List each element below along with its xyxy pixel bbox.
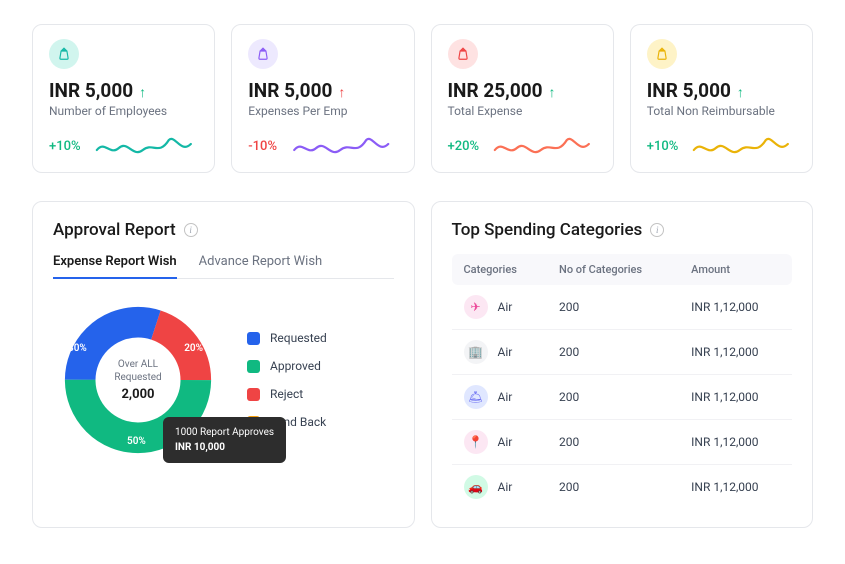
slice-pct-requested: 30% <box>68 343 87 354</box>
stat-label: Number of Employees <box>49 104 198 118</box>
category-name: Air <box>498 345 513 359</box>
building-icon: 🏢 <box>464 340 488 364</box>
categories-table: Categories No of Categories Amount ✈ Air … <box>452 254 793 509</box>
category-count: 200 <box>547 285 679 330</box>
info-icon[interactable]: i <box>184 223 198 237</box>
category-amount: INR 1,12,000 <box>679 330 792 375</box>
trend-arrow-icon: ↑ <box>549 86 556 100</box>
stat-cards-row: INR 5,000 ↑ Number of Employees +10% INR… <box>32 24 813 173</box>
category-amount: INR 1,12,000 <box>679 420 792 465</box>
stat-value: INR 5,000 <box>647 79 731 102</box>
table-row[interactable]: 🛎 Air 200 INR 1,12,000 <box>452 375 793 420</box>
stat-card[interactable]: INR 5,000 ↑ Total Non Reimbursable +10% <box>630 24 813 173</box>
stat-card[interactable]: INR 5,000 ↑ Expenses Per Emp -10% <box>231 24 414 173</box>
col-count: No of Categories <box>547 254 679 285</box>
trend-arrow-icon: ↑ <box>737 86 744 100</box>
table-row[interactable]: 🚗 Air 200 INR 1,12,000 <box>452 465 793 509</box>
chart-tooltip: 1000 Report Approves INR 10,000 <box>163 417 286 463</box>
pin-icon: 📍 <box>464 430 488 454</box>
panel-title: Top Spending Categories <box>452 220 643 240</box>
col-categories: Categories <box>452 254 548 285</box>
category-amount: INR 1,12,000 <box>679 465 792 509</box>
stat-pct: +20% <box>448 139 480 154</box>
stat-pct: +10% <box>49 139 81 154</box>
category-count: 200 <box>547 465 679 509</box>
stat-label: Total Expense <box>448 104 597 118</box>
sparkline <box>287 132 397 160</box>
tabs: Expense Report Wish Advance Report Wish <box>53 254 394 279</box>
info-icon[interactable]: i <box>650 223 664 237</box>
col-amount: Amount <box>679 254 792 285</box>
category-name: Air <box>498 390 513 404</box>
moneybag-icon <box>49 39 79 69</box>
category-name: Air <box>498 435 513 449</box>
table-row[interactable]: ✈ Air 200 INR 1,12,000 <box>452 285 793 330</box>
sparkline <box>489 132 597 160</box>
stat-card[interactable]: INR 25,000 ↑ Total Expense +20% <box>431 24 614 173</box>
tab-advance-report-wish[interactable]: Advance Report Wish <box>199 254 323 279</box>
stat-value: INR 25,000 <box>448 79 543 102</box>
donut-center-value: 2,000 <box>96 387 181 402</box>
bell-icon: 🛎 <box>464 385 488 409</box>
legend-chip <box>247 332 260 345</box>
stat-value: INR 5,000 <box>49 79 133 102</box>
stat-value: INR 5,000 <box>248 79 332 102</box>
stat-card[interactable]: INR 5,000 ↑ Number of Employees +10% <box>32 24 215 173</box>
category-name: Air <box>498 300 513 314</box>
plane-icon: ✈ <box>464 295 488 319</box>
category-count: 200 <box>547 330 679 375</box>
legend-chip <box>247 388 260 401</box>
top-spending-panel: Top Spending Categories i Categories No … <box>431 201 814 528</box>
moneybag-icon <box>248 39 278 69</box>
slice-pct-approved: 50% <box>127 436 146 447</box>
panel-title: Approval Report <box>53 220 176 240</box>
table-row[interactable]: 🏢 Air 200 INR 1,12,000 <box>452 330 793 375</box>
sparkline <box>91 132 199 160</box>
approval-report-panel: Approval Report i Expense Report Wish Adv… <box>32 201 415 528</box>
trend-arrow-icon: ↑ <box>338 86 345 100</box>
legend-item: Requested <box>247 331 327 345</box>
slice-pct-reject: 20% <box>184 343 203 354</box>
panels-row: Approval Report i Expense Report Wish Adv… <box>32 201 813 528</box>
category-amount: INR 1,12,000 <box>679 375 792 420</box>
stat-pct: -10% <box>248 139 277 154</box>
stat-label: Expenses Per Emp <box>248 104 397 118</box>
category-name: Air <box>498 480 513 494</box>
donut-center-label: Over ALL Requested <box>96 358 181 384</box>
stat-pct: +10% <box>647 139 679 154</box>
moneybag-icon <box>647 39 677 69</box>
table-row[interactable]: 📍 Air 200 INR 1,12,000 <box>452 420 793 465</box>
legend-item: Approved <box>247 359 327 373</box>
legend: RequestedApprovedRejectSend Back <box>247 331 327 429</box>
car-icon: 🚗 <box>464 475 488 499</box>
sparkline <box>688 132 796 160</box>
category-count: 200 <box>547 420 679 465</box>
legend-chip <box>247 360 260 373</box>
stat-label: Total Non Reimbursable <box>647 104 796 118</box>
chart-area: Over ALL Requested 2,000 30% 20% 50% Req… <box>53 295 394 465</box>
legend-item: Reject <box>247 387 327 401</box>
category-count: 200 <box>547 375 679 420</box>
trend-arrow-icon: ↑ <box>139 86 146 100</box>
tab-expense-report-wish[interactable]: Expense Report Wish <box>53 254 177 279</box>
category-amount: INR 1,12,000 <box>679 285 792 330</box>
moneybag-icon <box>448 39 478 69</box>
